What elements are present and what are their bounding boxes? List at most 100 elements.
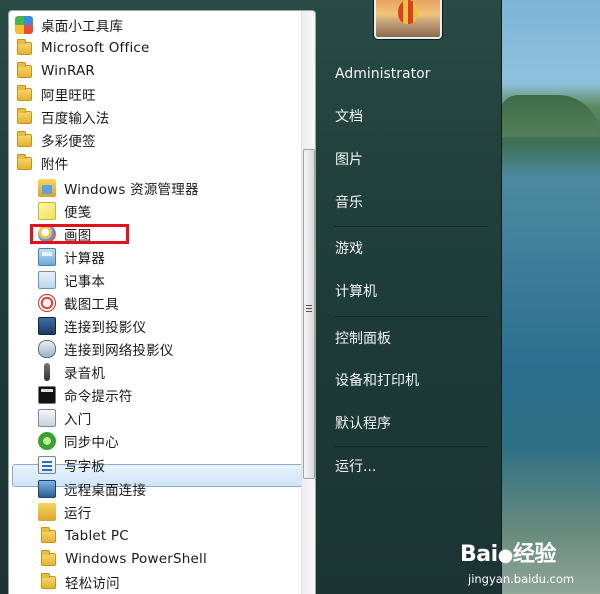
item-label: 入门	[64, 412, 92, 428]
list-item-desktop-gadgets[interactable]: 桌面小工具库	[15, 14, 123, 36]
folder-icon	[41, 572, 56, 589]
folder-accessories[interactable]: 附件	[17, 152, 68, 174]
item-calculator[interactable]: 计算器	[38, 246, 105, 268]
item-label: 轻松访问	[65, 576, 120, 592]
watermark-logo: Bai●经验	[460, 536, 556, 568]
item-label: 运行	[64, 506, 92, 522]
start-menu: 桌面小工具库 Microsoft Office WinRAR 阿里旺旺 百度输入…	[0, 0, 502, 594]
projector-icon	[38, 317, 56, 335]
item-connect-projector[interactable]: 连接到投影仪	[38, 315, 146, 337]
folder-aliwangwang[interactable]: 阿里旺旺	[17, 83, 96, 105]
desktop-background	[500, 0, 600, 594]
item-label: 命令提示符	[64, 389, 133, 405]
watermark-logo-suffix: 经验	[512, 542, 557, 567]
watermark-logo-text: Bai	[460, 542, 498, 567]
item-label: 记事本	[64, 274, 106, 290]
link-games[interactable]: 游戏	[326, 234, 486, 262]
item-label: Windows PowerShell	[65, 551, 207, 567]
run-icon	[38, 503, 56, 521]
gadget-icon	[15, 16, 33, 34]
item-label: 截图工具	[64, 297, 119, 313]
folder-icon	[17, 61, 32, 78]
landscape-hill	[500, 95, 600, 137]
scrollbar[interactable]	[301, 11, 315, 594]
calculator-icon	[38, 248, 56, 266]
item-sticky-notes[interactable]: 便笺	[38, 200, 91, 222]
item-windows-explorer[interactable]: Windows 资源管理器	[38, 177, 199, 199]
item-wordpad[interactable]: 写字板	[38, 454, 105, 476]
item-run[interactable]: 运行	[38, 501, 91, 523]
item-label: Microsoft Office	[41, 40, 150, 56]
sticky-notes-icon	[38, 202, 56, 220]
item-getting-started[interactable]: 入门	[38, 407, 91, 429]
folder-winrar[interactable]: WinRAR	[17, 60, 95, 82]
folder-icon	[17, 130, 32, 147]
link-computer[interactable]: 计算机	[326, 277, 486, 305]
wordpad-icon	[38, 456, 56, 474]
item-label: Windows 资源管理器	[64, 182, 199, 198]
link-devices-printers[interactable]: 设备和打印机	[326, 366, 486, 394]
paw-icon: ●	[497, 545, 514, 566]
item-label: 百度输入法	[41, 111, 110, 127]
grip-icon	[306, 305, 312, 312]
folder-ease-of-access[interactable]: 轻松访问	[41, 571, 120, 593]
folder-colorful-notes[interactable]: 多彩便签	[17, 129, 96, 151]
link-music[interactable]: 音乐	[326, 188, 486, 216]
hot-air-balloon-icon	[398, 0, 418, 24]
link-default-programs[interactable]: 默认程序	[326, 409, 486, 437]
item-label: 连接到网络投影仪	[64, 343, 174, 359]
item-sound-recorder[interactable]: 录音机	[38, 361, 105, 383]
sound-recorder-icon	[44, 363, 50, 381]
explorer-icon	[38, 179, 56, 197]
link-run[interactable]: 运行...	[326, 452, 486, 480]
link-administrator[interactable]: Administrator	[326, 60, 486, 88]
folder-baidu-ime[interactable]: 百度输入法	[17, 106, 110, 128]
item-notepad[interactable]: 记事本	[38, 269, 105, 291]
link-pictures[interactable]: 图片	[326, 145, 486, 173]
item-remote-desktop[interactable]: 远程桌面连接	[38, 478, 146, 500]
getting-started-icon	[38, 409, 56, 427]
folder-icon	[17, 84, 32, 101]
baidu-watermark: Bai●经验 jingyan.baidu.com	[460, 528, 600, 594]
scrollbar-thumb[interactable]	[303, 149, 315, 479]
folder-microsoft-office[interactable]: Microsoft Office	[17, 37, 150, 59]
item-label: 写字板	[64, 459, 106, 475]
annotation-red-box	[30, 224, 129, 244]
item-label: 便笺	[64, 205, 92, 221]
item-label: 计算器	[64, 251, 106, 267]
link-control-panel[interactable]: 控制面板	[326, 324, 486, 352]
network-projector-icon	[38, 340, 56, 358]
separator	[334, 226, 488, 227]
folder-icon	[41, 526, 56, 543]
snipping-tool-icon	[38, 294, 56, 312]
notepad-icon	[38, 271, 56, 289]
item-label: 远程桌面连接	[64, 483, 147, 499]
folder-icon	[17, 38, 32, 55]
item-snipping-tool[interactable]: 截图工具	[38, 292, 119, 314]
folder-icon	[17, 107, 32, 124]
user-picture[interactable]	[374, 0, 442, 39]
folder-windows-powershell[interactable]: Windows PowerShell	[41, 548, 207, 570]
item-label: 同步中心	[64, 435, 119, 451]
item-command-prompt[interactable]: 命令提示符	[38, 384, 133, 406]
separator	[334, 446, 488, 447]
command-prompt-icon	[38, 386, 56, 404]
folder-icon	[17, 153, 32, 170]
item-label: 附件	[41, 157, 69, 173]
remote-desktop-icon	[38, 480, 56, 498]
item-connect-network-projector[interactable]: 连接到网络投影仪	[38, 338, 174, 360]
item-sync-center[interactable]: 同步中心	[38, 430, 119, 452]
folder-tablet-pc[interactable]: Tablet PC	[41, 525, 129, 547]
item-label: WinRAR	[41, 63, 96, 79]
link-documents[interactable]: 文档	[326, 102, 486, 130]
all-programs-panel: 桌面小工具库 Microsoft Office WinRAR 阿里旺旺 百度输入…	[8, 10, 316, 594]
sync-center-icon	[38, 432, 56, 450]
item-label: 阿里旺旺	[41, 88, 96, 104]
item-label: 多彩便签	[41, 134, 96, 150]
separator	[334, 316, 488, 317]
watermark-url: jingyan.baidu.com	[468, 572, 575, 586]
item-label: 桌面小工具库	[41, 19, 124, 35]
folder-icon	[41, 549, 56, 566]
item-label: Tablet PC	[65, 528, 129, 544]
item-label: 录音机	[64, 366, 106, 382]
